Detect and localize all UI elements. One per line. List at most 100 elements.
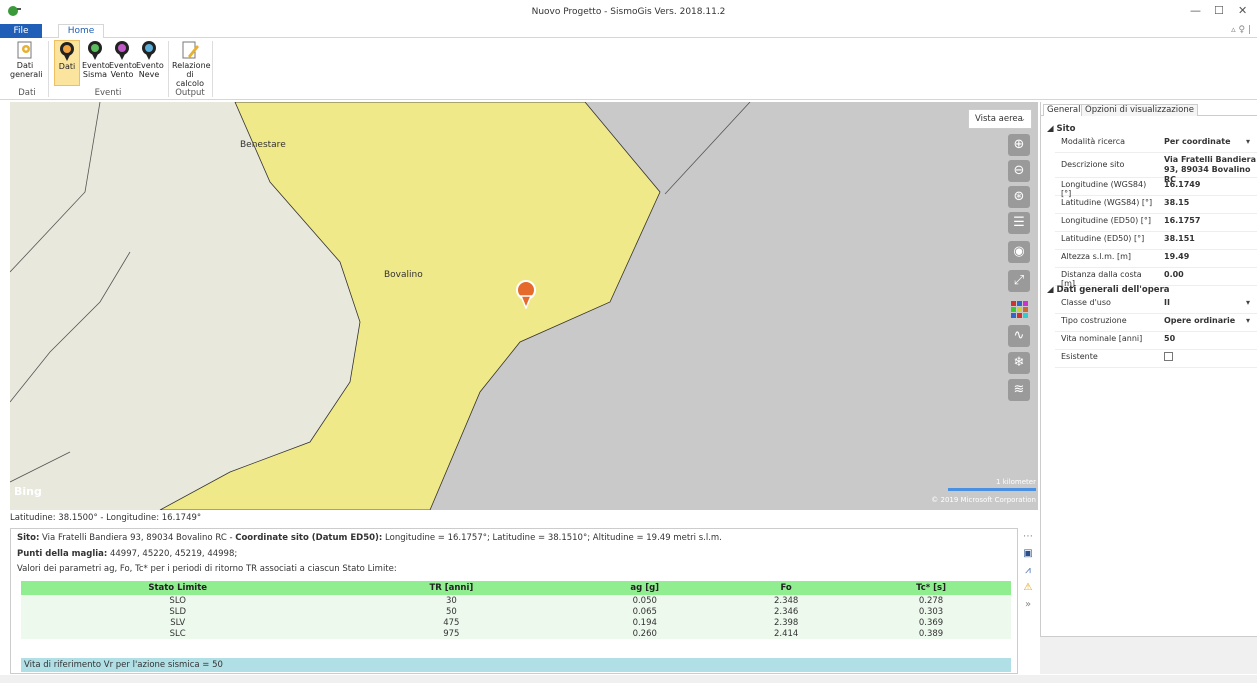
warning-icon[interactable]: ⚠ bbox=[1022, 582, 1034, 594]
minimize-button[interactable]: — bbox=[1190, 4, 1201, 17]
cell: 0.389 bbox=[851, 628, 1011, 639]
cell: SLO bbox=[21, 595, 335, 606]
header-fo: Fo bbox=[721, 581, 852, 595]
map-scale: 1 kilometer bbox=[948, 478, 1036, 491]
maximize-button[interactable]: ☐ bbox=[1214, 4, 1224, 17]
more-icon[interactable]: ⋯ bbox=[1022, 531, 1034, 543]
row-key: Vita nominale [anni] bbox=[1061, 334, 1143, 343]
properties-panel: Generale Opzioni di visualizzazione ◢ Si… bbox=[1040, 102, 1257, 674]
table-row: SLC 975 0.260 2.414 0.389 bbox=[21, 628, 1011, 639]
cell: 0.278 bbox=[851, 595, 1011, 606]
row-descrizione[interactable]: Descrizione sito Via Fratelli Bandiera 93… bbox=[1055, 153, 1257, 184]
map-view[interactable]: Benestare Bovalino Vista aerea ⌄ ⊕ ⊖ ⊛ ☰ … bbox=[10, 102, 1038, 510]
evento-vento-button[interactable]: Evento Vento bbox=[109, 40, 137, 79]
view-mode-select[interactable]: Vista aerea ⌄ bbox=[968, 109, 1032, 129]
zoom-out-icon[interactable]: ⊖ bbox=[1008, 160, 1030, 182]
row-classe-uso[interactable]: Classe d'uso II ▾ bbox=[1055, 298, 1257, 314]
center-icon[interactable]: ◉ bbox=[1008, 241, 1030, 263]
row-altezza[interactable]: Altezza s.l.m. [m] 19.49 bbox=[1055, 252, 1257, 268]
row-value: 19.49 bbox=[1164, 252, 1190, 261]
intro-line: Valori dei parametri ag, Fo, Tc* per i p… bbox=[17, 564, 397, 574]
tab-file[interactable]: File bbox=[0, 24, 42, 38]
snowflake-icon[interactable]: ❄ bbox=[1008, 352, 1030, 374]
row-lat-wgs84[interactable]: Latitudine (WGS84) [°] 38.15 bbox=[1055, 198, 1257, 214]
zoom-extent-icon[interactable]: ⊛ bbox=[1008, 186, 1030, 208]
cell: 0.369 bbox=[851, 617, 1011, 628]
layers-list-icon[interactable]: ☰ bbox=[1008, 212, 1030, 234]
dati-generali-label: Dati generali bbox=[10, 61, 43, 79]
snow-pin-icon bbox=[142, 41, 156, 60]
map-copyright: © 2019 Microsoft Corporation bbox=[931, 496, 1036, 504]
collapse-icon: ◢ bbox=[1047, 285, 1057, 295]
location-marker-icon[interactable] bbox=[514, 279, 538, 309]
save-icon[interactable]: ▣ bbox=[1022, 548, 1034, 560]
group-sito-label: Sito bbox=[1056, 124, 1076, 134]
cell: 30 bbox=[334, 595, 569, 606]
esistente-checkbox[interactable] bbox=[1164, 352, 1173, 361]
coord-label: Coordinate sito (Datum ED50): bbox=[235, 533, 383, 543]
dati-button[interactable]: Dati bbox=[54, 40, 80, 86]
group-sito[interactable]: ◢ Sito bbox=[1043, 122, 1257, 136]
ribbon-tabs: File Home bbox=[0, 24, 1257, 39]
relazione-button[interactable]: Relazione di calcolo bbox=[172, 40, 211, 88]
tab-opzioni[interactable]: Opzioni di visualizzazione bbox=[1081, 104, 1198, 116]
dropdown-arrow-icon[interactable]: ▾ bbox=[1246, 137, 1250, 146]
row-key: Tipo costruzione bbox=[1061, 316, 1127, 325]
evento-neve-button[interactable]: Evento Neve bbox=[136, 40, 164, 79]
wind-pin-icon bbox=[115, 41, 129, 60]
group-opera-label: Dati generali dell'opera bbox=[1056, 285, 1170, 295]
row-esistente[interactable]: Esistente bbox=[1055, 352, 1257, 368]
row-lon-wgs84[interactable]: Longitudine (WGS84) [°] 16.1749 bbox=[1055, 180, 1257, 198]
seismic-table: Stato Limite TR [anni] ag [g] Fo Tc* [s]… bbox=[21, 581, 1011, 639]
dropdown-arrow-icon[interactable]: ▾ bbox=[1246, 316, 1250, 325]
table-row: SLV 475 0.194 2.398 0.369 bbox=[21, 617, 1011, 628]
row-key: Latitudine (WGS84) [°] bbox=[1061, 198, 1153, 207]
row-modalita[interactable]: Modalità ricerca Per coordinate ▾ bbox=[1055, 137, 1257, 153]
map-label-bovalino: Bovalino bbox=[384, 270, 423, 280]
cell: 975 bbox=[334, 628, 569, 639]
ribbon: Dati generali Dati Evento Sisma Evento V… bbox=[0, 38, 1257, 100]
row-key: Latitudine (ED50) [°] bbox=[1061, 234, 1145, 243]
dropdown-arrow-icon[interactable]: ▾ bbox=[1246, 298, 1250, 307]
group-opera[interactable]: ◢ Dati generali dell'opera bbox=[1043, 283, 1257, 297]
document-settings-icon bbox=[17, 41, 32, 59]
row-lon-ed50[interactable]: Longitudine (ED50) [°] 16.1757 bbox=[1055, 216, 1257, 232]
cell: 2.348 bbox=[721, 595, 852, 606]
row-vita-nominale[interactable]: Vita nominale [anni] 50 bbox=[1055, 334, 1257, 350]
tab-home[interactable]: Home bbox=[58, 24, 104, 39]
row-value: 38.151 bbox=[1164, 234, 1195, 243]
row-value bbox=[1164, 352, 1257, 363]
vita-riferimento: Vita di riferimento Vr per l'azione sism… bbox=[21, 658, 1011, 672]
collapse-icon: ◢ bbox=[1047, 124, 1057, 134]
row-key: Esistente bbox=[1061, 352, 1098, 361]
row-value: 16.1757 bbox=[1164, 216, 1201, 225]
site-text: Via Fratelli Bandiera 93, 89034 Bovalino… bbox=[39, 533, 236, 543]
close-button[interactable]: ✕ bbox=[1238, 4, 1247, 17]
chart-icon[interactable]: ⩘ bbox=[1022, 565, 1034, 577]
expand-icon[interactable]: ⤢ bbox=[1008, 270, 1030, 292]
row-value: 0.00 bbox=[1164, 270, 1184, 279]
map-label-benestare: Benestare bbox=[240, 140, 286, 150]
ribbon-options-icons[interactable]: ▵ ♀ | bbox=[1231, 25, 1251, 35]
mesh-text: 44997, 45220, 45219, 44998; bbox=[107, 549, 238, 559]
evento-sisma-button[interactable]: Evento Sisma bbox=[82, 40, 110, 79]
palette-grid-icon[interactable] bbox=[1008, 298, 1030, 320]
cell: 0.050 bbox=[568, 595, 722, 606]
wind-icon[interactable]: ≋ bbox=[1008, 379, 1030, 401]
row-value: II bbox=[1164, 298, 1170, 307]
group-label-output: Output bbox=[175, 88, 205, 98]
panel-description-area bbox=[1040, 636, 1257, 674]
expand-more-icon[interactable]: » bbox=[1022, 599, 1034, 611]
row-tipo-costruzione[interactable]: Tipo costruzione Opere ordinarie ▾ bbox=[1055, 316, 1257, 332]
cell: 2.346 bbox=[721, 606, 852, 617]
row-value: 38.15 bbox=[1164, 198, 1190, 207]
row-lat-ed50[interactable]: Latitudine (ED50) [°] 38.151 bbox=[1055, 234, 1257, 250]
seismograph-icon[interactable]: ∿ bbox=[1008, 325, 1030, 347]
row-value: 50 bbox=[1164, 334, 1176, 343]
report-icon bbox=[182, 41, 199, 59]
title-bar: Nuovo Progetto - SismoGis Vers. 2018.11.… bbox=[0, 0, 1257, 24]
group-label-dati: Dati bbox=[18, 88, 36, 98]
zoom-in-icon[interactable]: ⊕ bbox=[1008, 134, 1030, 156]
table-row: SLO 30 0.050 2.348 0.278 bbox=[21, 595, 1011, 606]
dati-generali-button[interactable]: Dati generali bbox=[10, 40, 43, 79]
